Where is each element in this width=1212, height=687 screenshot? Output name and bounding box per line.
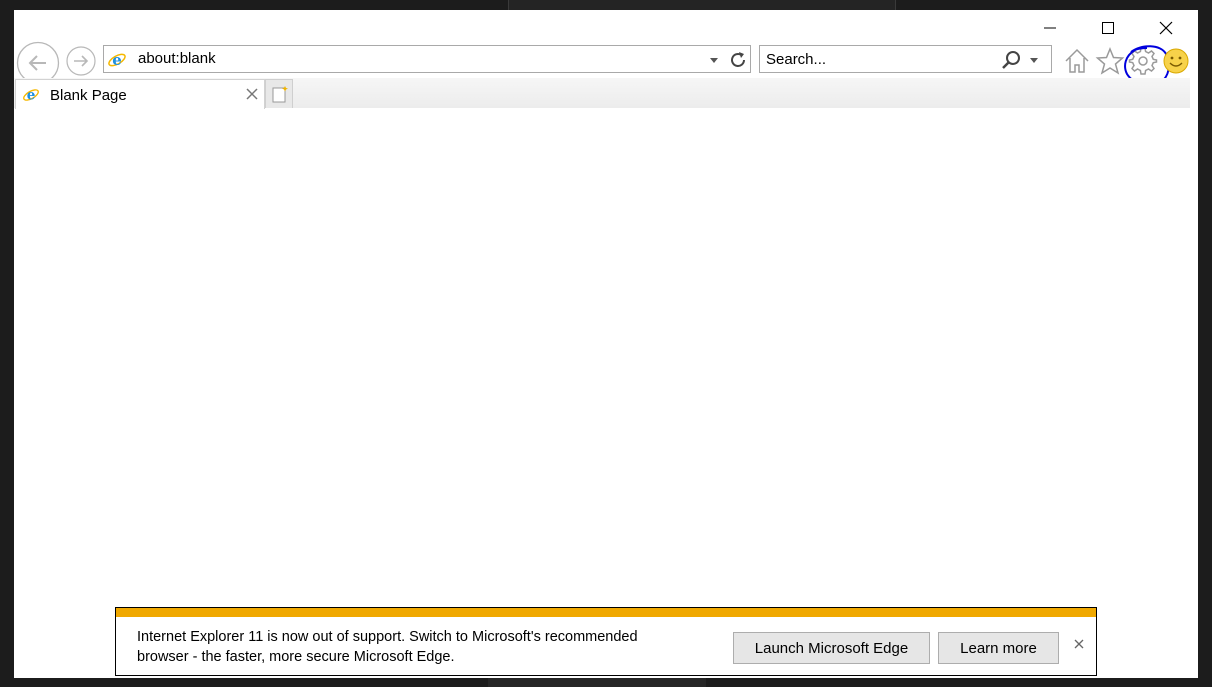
tab-blank-page[interactable]: e Blank Page [15,79,265,109]
address-dropdown-icon[interactable] [707,53,721,67]
svg-text:e: e [27,88,36,104]
close-icon [1159,21,1173,35]
maximize-icon [1102,22,1114,34]
settings-gear-icon[interactable] [1128,46,1158,76]
new-tab-icon [272,86,288,103]
tab-title: Blank Page [50,87,127,104]
smiley-feedback-icon[interactable] [1162,47,1190,75]
search-icon[interactable] [1000,49,1022,71]
search-input[interactable] [766,49,986,69]
close-button[interactable] [1143,12,1189,44]
search-box[interactable] [759,45,1052,73]
ie-icon: e [23,88,39,104]
learn-more-button[interactable]: Learn more [938,632,1059,664]
forward-icon [66,46,96,76]
ie-browser-window: e about:blank Search... e Blank Page Int… [14,10,1198,678]
address-bar[interactable]: e about:blank [103,45,751,73]
maximize-button[interactable] [1085,12,1131,44]
desktop-background-window [508,0,896,10]
tab-close-icon[interactable] [245,87,259,101]
favorites-star-icon[interactable] [1095,46,1125,76]
notification-message-line2: browser - the faster, more secure Micros… [137,649,455,665]
home-icon[interactable] [1062,46,1092,76]
desktop-taskbar-edge [488,678,706,687]
ie-retirement-notification: Internet Explorer 11 is now out of suppo… [115,607,1097,676]
svg-text:e: e [112,51,122,69]
minimize-button[interactable] [1027,12,1073,44]
refresh-icon[interactable] [727,49,749,71]
launch-edge-button[interactable]: Launch Microsoft Edge [733,632,930,664]
address-url: about:blank [138,50,216,67]
ie-icon: e [108,51,126,69]
new-tab-button[interactable] [265,79,293,108]
notification-close-icon[interactable] [1073,638,1085,650]
search-dropdown-icon[interactable] [1027,53,1041,67]
notification-message: Internet Explorer 11 is now out of suppo… [137,627,697,667]
tab-strip: e Blank Page [14,78,1190,109]
minimize-icon [1044,27,1056,29]
notification-warning-stripe [116,608,1096,617]
forward-button[interactable] [66,46,96,76]
notification-message-line1: Internet Explorer 11 is now out of suppo… [137,629,638,645]
